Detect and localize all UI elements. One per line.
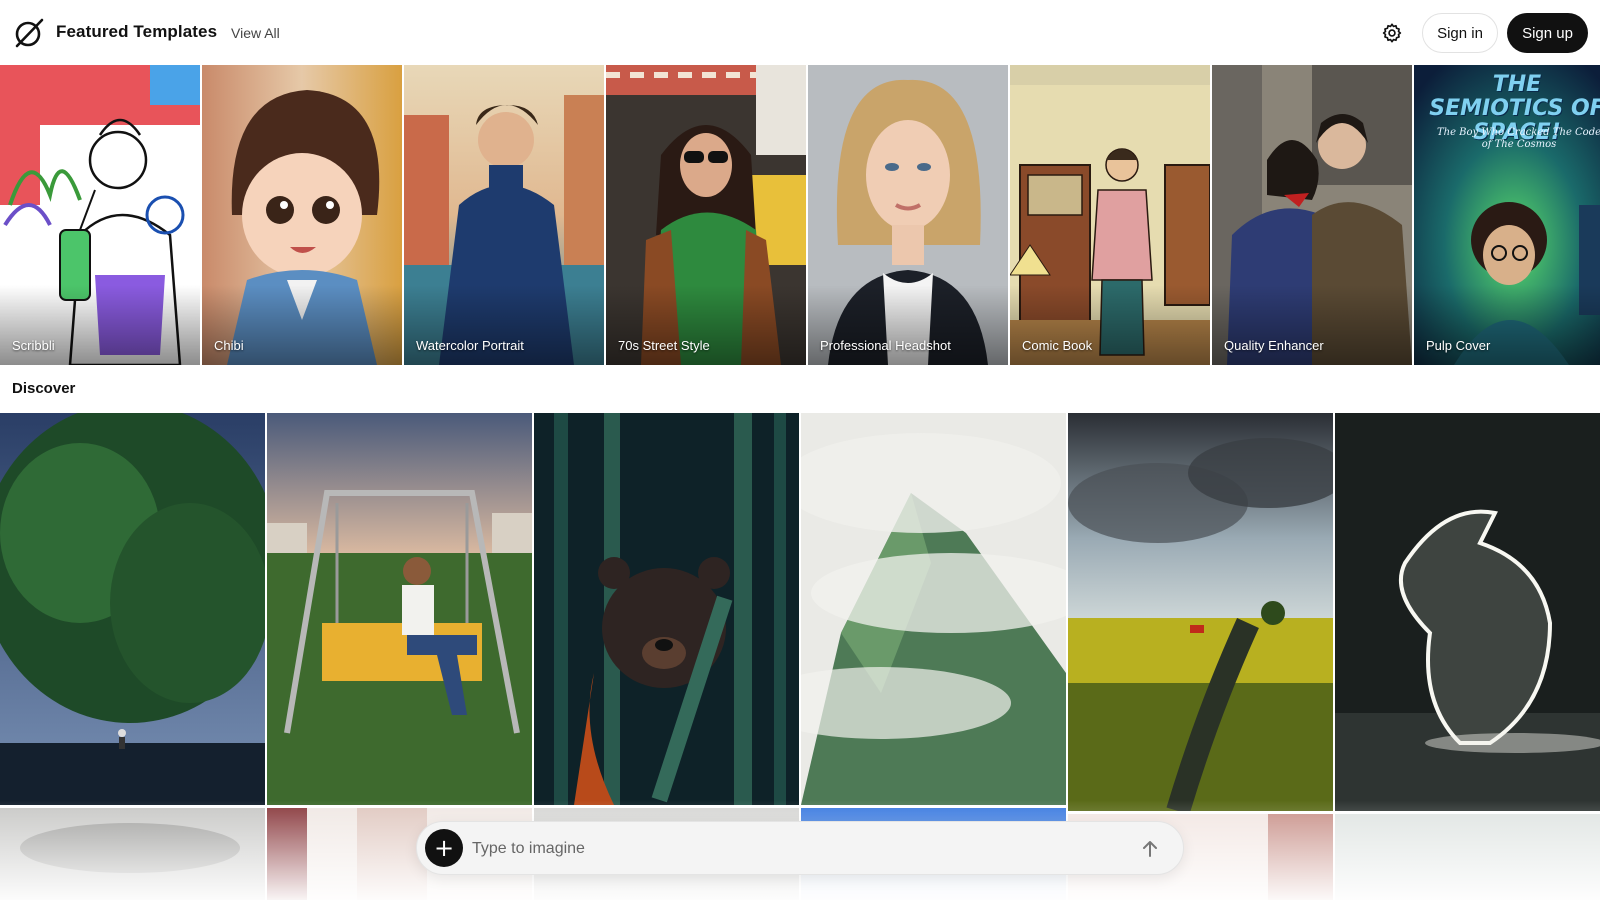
glass-sculpture-image	[1335, 413, 1600, 811]
bear-image	[534, 413, 799, 805]
plus-icon[interactable]: +	[425, 829, 463, 867]
pulp-subline: The Boy Who Cracked The Code of The Cosm…	[1436, 127, 1600, 150]
label-shade	[0, 285, 200, 365]
top-bar: Featured Templates View All Sign in Sign…	[0, 0, 1600, 64]
view-all-link[interactable]: View All	[231, 25, 280, 41]
discover-tile-tree[interactable]	[0, 413, 265, 805]
discover-tile-swing[interactable]	[267, 413, 532, 805]
label-shade	[404, 285, 604, 365]
featured-templates-strip: Scribbli Chibi Watercolor Portrait 70s S…	[0, 65, 1600, 365]
template-card-pulp-cover[interactable]: THE SEMIOTICS OF SPACE! The Boy Who Crac…	[1414, 65, 1600, 365]
discover-tile-glass-sculpture[interactable]	[1335, 413, 1600, 811]
tree-image	[0, 413, 265, 805]
arrow-up-icon	[1143, 841, 1157, 857]
gear-icon[interactable]	[1381, 22, 1403, 44]
template-card-watercolor-portrait[interactable]: Watercolor Portrait	[404, 65, 604, 365]
template-card-70s-street-style[interactable]: 70s Street Style	[606, 65, 806, 365]
template-label: 70s Street Style	[618, 338, 710, 353]
template-label: Professional Headshot	[820, 338, 951, 353]
label-shade	[808, 285, 1008, 365]
template-card-quality-enhancer[interactable]: Quality Enhancer	[1212, 65, 1412, 365]
template-card-professional-headshot[interactable]: Professional Headshot	[808, 65, 1008, 365]
template-label: Comic Book	[1022, 338, 1093, 353]
sign-in-button[interactable]: Sign in	[1422, 13, 1498, 53]
template-label: Watercolor Portrait	[416, 338, 524, 353]
sign-up-button[interactable]: Sign up	[1507, 13, 1588, 53]
slashed-circle-logo-icon[interactable]	[12, 16, 46, 50]
template-card-scribbli[interactable]: Scribbli	[0, 65, 200, 365]
page-title: Featured Templates	[56, 22, 218, 41]
label-shade	[606, 285, 806, 365]
prompt-input[interactable]	[472, 832, 1092, 866]
discover-heading: Discover	[12, 380, 76, 397]
template-label: Pulp Cover	[1426, 338, 1491, 353]
discover-tile-storm-field[interactable]	[1068, 413, 1333, 811]
storm-field-image	[1068, 413, 1333, 811]
template-label: Scribbli	[12, 338, 55, 353]
discover-tile-pale[interactable]	[1335, 814, 1600, 900]
template-card-comic-book[interactable]: Comic Book	[1010, 65, 1210, 365]
prompt-bar: +	[416, 821, 1184, 875]
template-label: Quality Enhancer	[1224, 338, 1324, 353]
label-shade	[1010, 285, 1210, 365]
template-label: Chibi	[214, 338, 244, 353]
label-shade	[1212, 285, 1412, 365]
pale-image	[1335, 814, 1600, 900]
swing-image	[267, 413, 532, 805]
send-button[interactable]	[1136, 835, 1164, 863]
label-shade	[202, 285, 402, 365]
discover-tile-misty-mountain[interactable]	[801, 413, 1066, 805]
template-card-chibi[interactable]: Chibi	[202, 65, 402, 365]
discover-tile-cloud[interactable]	[0, 808, 265, 900]
cloud-image	[0, 808, 265, 900]
misty-mountain-image	[801, 413, 1066, 805]
label-shade	[1414, 285, 1600, 365]
discover-tile-bear[interactable]	[534, 413, 799, 805]
